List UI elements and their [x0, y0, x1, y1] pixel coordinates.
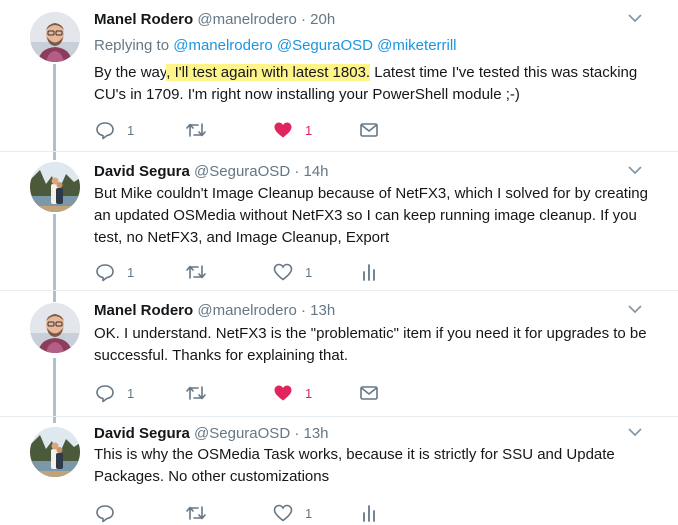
separator-dot: ·: [300, 302, 306, 319]
heart-filled-icon: [274, 385, 292, 401]
analytics-icon: [363, 505, 375, 522]
separator-dot: ·: [294, 425, 300, 442]
reply-count: 1: [127, 264, 135, 280]
retweet-button[interactable]: [185, 383, 219, 403]
tweet-header: David Segura @SeguraOSD · 13h: [94, 425, 329, 443]
tweet-header: Manel Rodero @manelrodero · 20h: [94, 11, 335, 29]
avatar[interactable]: [30, 162, 80, 212]
timestamp[interactable]: 14h: [304, 163, 329, 180]
avatar[interactable]: [30, 427, 80, 477]
like-button[interactable]: 1: [273, 262, 312, 282]
reply-button[interactable]: 1: [95, 383, 134, 403]
tweet-header: David Segura @SeguraOSD · 14h: [94, 163, 329, 181]
tweet-actions: 1: [95, 503, 655, 523]
tweet[interactable]: Manel Rodero @manelrodero · 20h Replying…: [0, 0, 678, 152]
retweet-icon: [186, 506, 206, 520]
analytics-button[interactable]: [361, 262, 377, 282]
reply-button[interactable]: 1: [95, 120, 134, 140]
like-button[interactable]: 1: [273, 503, 312, 523]
direct-message-button[interactable]: [359, 383, 379, 403]
heart-outline-icon: [273, 504, 293, 522]
separator-dot: ·: [294, 163, 300, 180]
mail-icon: [360, 386, 378, 400]
chevron-down-icon[interactable]: [627, 426, 643, 438]
heart-outline-icon: [273, 263, 293, 281]
chevron-down-icon[interactable]: [627, 303, 643, 315]
analytics-button[interactable]: [361, 503, 377, 523]
retweet-button[interactable]: [185, 262, 219, 282]
replying-to: Replying to @manelrodero @SeguraOSD @mik…: [94, 37, 457, 54]
timestamp[interactable]: 13h: [310, 302, 335, 319]
like-count: 1: [305, 505, 313, 521]
like-button[interactable]: 1: [273, 120, 312, 140]
chevron-down-icon[interactable]: [627, 12, 643, 24]
like-count: 1: [305, 122, 313, 138]
avatar-image: [30, 12, 80, 62]
direct-message-button[interactable]: [359, 120, 379, 140]
tweet-text-start: By the way: [94, 64, 167, 81]
retweet-icon: [186, 123, 206, 137]
tweet-text: By the way, I'll test again with latest …: [94, 62, 654, 106]
mention-link[interactable]: @manelrodero: [173, 37, 272, 54]
avatar[interactable]: [30, 303, 80, 353]
reply-icon: [96, 505, 114, 523]
reply-icon: [96, 122, 114, 140]
author-name[interactable]: David Segura: [94, 425, 190, 442]
author-handle[interactable]: @SeguraOSD: [194, 425, 290, 442]
mail-icon: [360, 123, 378, 137]
timestamp[interactable]: 20h: [310, 11, 335, 28]
reply-count: 1: [127, 122, 135, 138]
highlighted-text: , I'll test again with latest 1803.: [166, 64, 371, 81]
replying-to-label: Replying to: [94, 37, 174, 54]
mention-link[interactable]: @miketerrill: [377, 37, 456, 54]
separator-dot: ·: [300, 11, 306, 28]
tweet[interactable]: David Segura @SeguraOSD · 14h But Mike c…: [0, 152, 678, 291]
heart-filled-icon: [274, 122, 292, 138]
avatar[interactable]: [30, 12, 80, 62]
retweet-icon: [186, 265, 206, 279]
author-name[interactable]: Manel Rodero: [94, 11, 193, 28]
tweet-text: This is why the OSMedia Task works, beca…: [94, 446, 615, 485]
like-count: 1: [305, 264, 313, 280]
retweet-button[interactable]: [185, 503, 219, 523]
author-handle[interactable]: @manelrodero: [197, 302, 296, 319]
retweet-icon: [186, 386, 206, 400]
tweet-text: But Mike couldn't Image Cleanup because …: [94, 185, 648, 246]
avatar-image: [30, 427, 80, 477]
tweet[interactable]: Manel Rodero @manelrodero · 13h OK. I un…: [0, 291, 678, 417]
chevron-down-icon[interactable]: [627, 164, 643, 176]
author-name[interactable]: David Segura: [94, 163, 190, 180]
reply-button[interactable]: [95, 503, 127, 523]
like-count: 1: [305, 385, 313, 401]
tweet-text: OK. I understand. NetFX3 is the "problem…: [94, 325, 647, 364]
reply-icon: [96, 264, 114, 282]
tweet[interactable]: David Segura @SeguraOSD · 13h This is wh…: [0, 417, 678, 525]
author-handle[interactable]: @manelrodero: [197, 11, 296, 28]
tweet-actions: 1 1: [95, 383, 655, 403]
avatar-image: [30, 162, 80, 212]
reply-button[interactable]: 1: [95, 262, 134, 282]
like-button[interactable]: 1: [273, 383, 312, 403]
reply-count: 1: [127, 385, 135, 401]
analytics-icon: [363, 264, 375, 281]
tweet-actions: 1 1: [95, 120, 655, 140]
reply-icon: [96, 385, 114, 403]
avatar-image: [30, 303, 80, 353]
timestamp[interactable]: 13h: [304, 425, 329, 442]
author-handle[interactable]: @SeguraOSD: [194, 163, 290, 180]
mention-link[interactable]: @SeguraOSD: [277, 37, 373, 54]
tweet-actions: 1 1: [95, 262, 655, 282]
author-name[interactable]: Manel Rodero: [94, 302, 193, 319]
tweet-header: Manel Rodero @manelrodero · 13h: [94, 302, 335, 320]
retweet-button[interactable]: [185, 120, 219, 140]
